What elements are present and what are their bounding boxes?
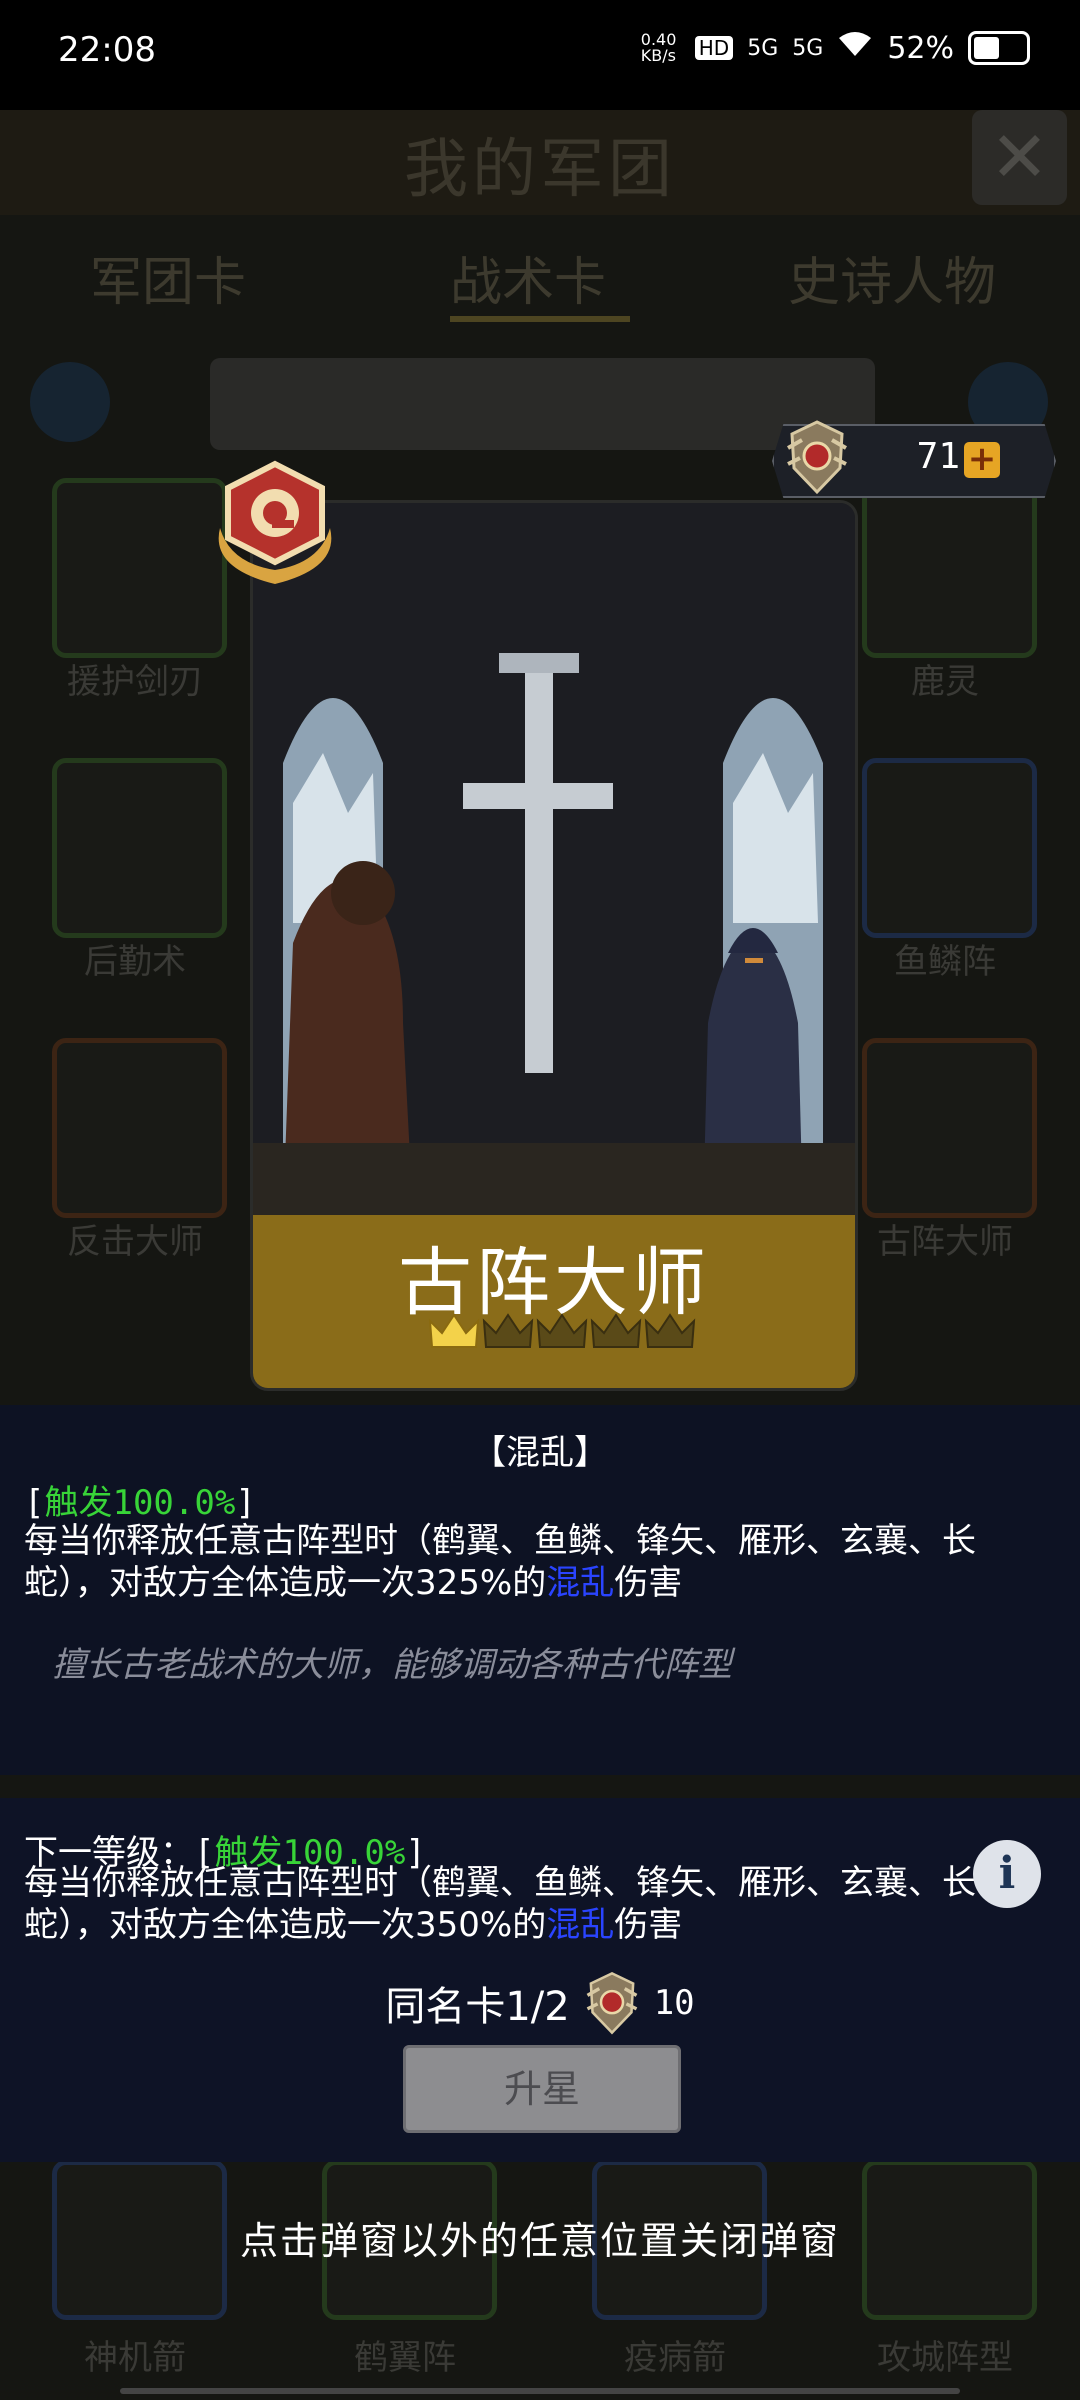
next-level-effect-text: 每当你释放任意古阵型时（鹤翼、鱼鳞、锋矢、雁形、玄襄、长蛇），对敌方全体造成一次… bbox=[24, 1863, 976, 1945]
crown-icon-filled bbox=[428, 1313, 480, 1348]
bg-card-label: 疫病箭 bbox=[624, 2338, 726, 2378]
crown-icon-empty bbox=[536, 1313, 588, 1348]
bg-card[interactable] bbox=[862, 1038, 1037, 1218]
bg-card-label: 鹿灵 bbox=[911, 662, 979, 702]
list-view-icon[interactable] bbox=[30, 362, 110, 442]
search-input[interactable] bbox=[210, 358, 875, 450]
battery-icon bbox=[968, 31, 1030, 65]
bg-card-label: 古阵大师 bbox=[877, 1222, 1013, 1262]
flavor-text: 擅长古老战术的大师，能够调动各种古代阵型 bbox=[52, 1645, 732, 1685]
active-tab-indicator bbox=[450, 316, 630, 322]
close-icon[interactable]: ✕ bbox=[972, 110, 1067, 205]
status-bar: 22:08 0.40 KB/s HD 5G 5G 52% bbox=[0, 0, 1080, 110]
crown-icon-empty bbox=[644, 1313, 696, 1348]
home-indicator[interactable] bbox=[120, 2388, 960, 2394]
star-rating bbox=[428, 1311, 696, 1351]
trigger-line: [触发100.0%] bbox=[24, 1483, 256, 1523]
bg-card[interactable] bbox=[862, 758, 1037, 938]
signal-1: 5G bbox=[747, 35, 779, 61]
upgrade-cost: 10 bbox=[653, 1983, 695, 2023]
tab-legion-cards[interactable]: 军团卡 bbox=[90, 240, 246, 315]
duplicate-card-row: 同名卡1/2 10 bbox=[0, 1970, 1080, 2036]
signal-2: 5G bbox=[792, 35, 824, 61]
tab-epic-characters[interactable]: 史诗人物 bbox=[788, 240, 996, 315]
bg-card[interactable] bbox=[52, 1038, 227, 1218]
net-speed: 0.40 KB/s bbox=[640, 30, 677, 65]
tactic-card: 古阵大师 bbox=[250, 500, 858, 1391]
emblem-icon bbox=[787, 420, 847, 495]
currency-count: 71 bbox=[916, 436, 960, 477]
battery-percent: 52% bbox=[887, 30, 954, 66]
trigger-chance: 触发100.0% bbox=[44, 1483, 236, 1523]
bg-card-label: 反击大师 bbox=[67, 1222, 203, 1262]
status-time: 22:08 bbox=[58, 30, 156, 70]
bg-card-label: 神机箭 bbox=[84, 2338, 186, 2378]
bg-card-label: 后勤术 bbox=[84, 942, 186, 982]
skill-effect-text: 每当你释放任意古阵型时（鹤翼、鱼鳞、锋矢、雁形、玄襄、长蛇），对敌方全体造成一次… bbox=[24, 1521, 976, 1603]
tab-tactic-cards[interactable]: 战术卡 bbox=[450, 240, 606, 315]
bg-card[interactable] bbox=[862, 478, 1037, 658]
info-icon[interactable]: i bbox=[973, 1840, 1041, 1908]
page-title: 我的军团 bbox=[404, 133, 676, 207]
duplicate-card-count: 同名卡1/2 bbox=[385, 1984, 570, 2030]
status-indicators: 0.40 KB/s HD 5G 5G 52% bbox=[641, 30, 1030, 66]
add-currency-button[interactable]: + bbox=[964, 442, 1000, 478]
bg-card-label: 援护剑刃 bbox=[67, 662, 203, 702]
bg-card-label: 攻城阵型 bbox=[877, 2338, 1013, 2378]
card-artwork bbox=[253, 503, 855, 1215]
bg-card-label: 鹤翼阵 bbox=[354, 2338, 456, 2378]
next-effect-keyword: 混乱 bbox=[546, 1905, 615, 1945]
emblem-icon bbox=[586, 1971, 638, 2035]
skill-keyword-title: 【混乱】 bbox=[472, 1433, 608, 1473]
effect-keyword: 混乱 bbox=[546, 1563, 615, 1603]
wifi-icon bbox=[837, 30, 873, 66]
crown-icon-empty bbox=[590, 1313, 642, 1348]
upgrade-star-button[interactable]: 升星 bbox=[403, 2045, 681, 2133]
rarity-badge-icon bbox=[218, 460, 332, 584]
crown-icon-empty bbox=[482, 1313, 534, 1348]
bg-card[interactable] bbox=[52, 758, 227, 938]
bg-card-label: 鱼鳞阵 bbox=[894, 942, 996, 982]
hd-badge: HD bbox=[694, 36, 734, 60]
close-popup-hint: 点击弹窗以外的任意位置关闭弹窗 bbox=[239, 2219, 840, 2263]
